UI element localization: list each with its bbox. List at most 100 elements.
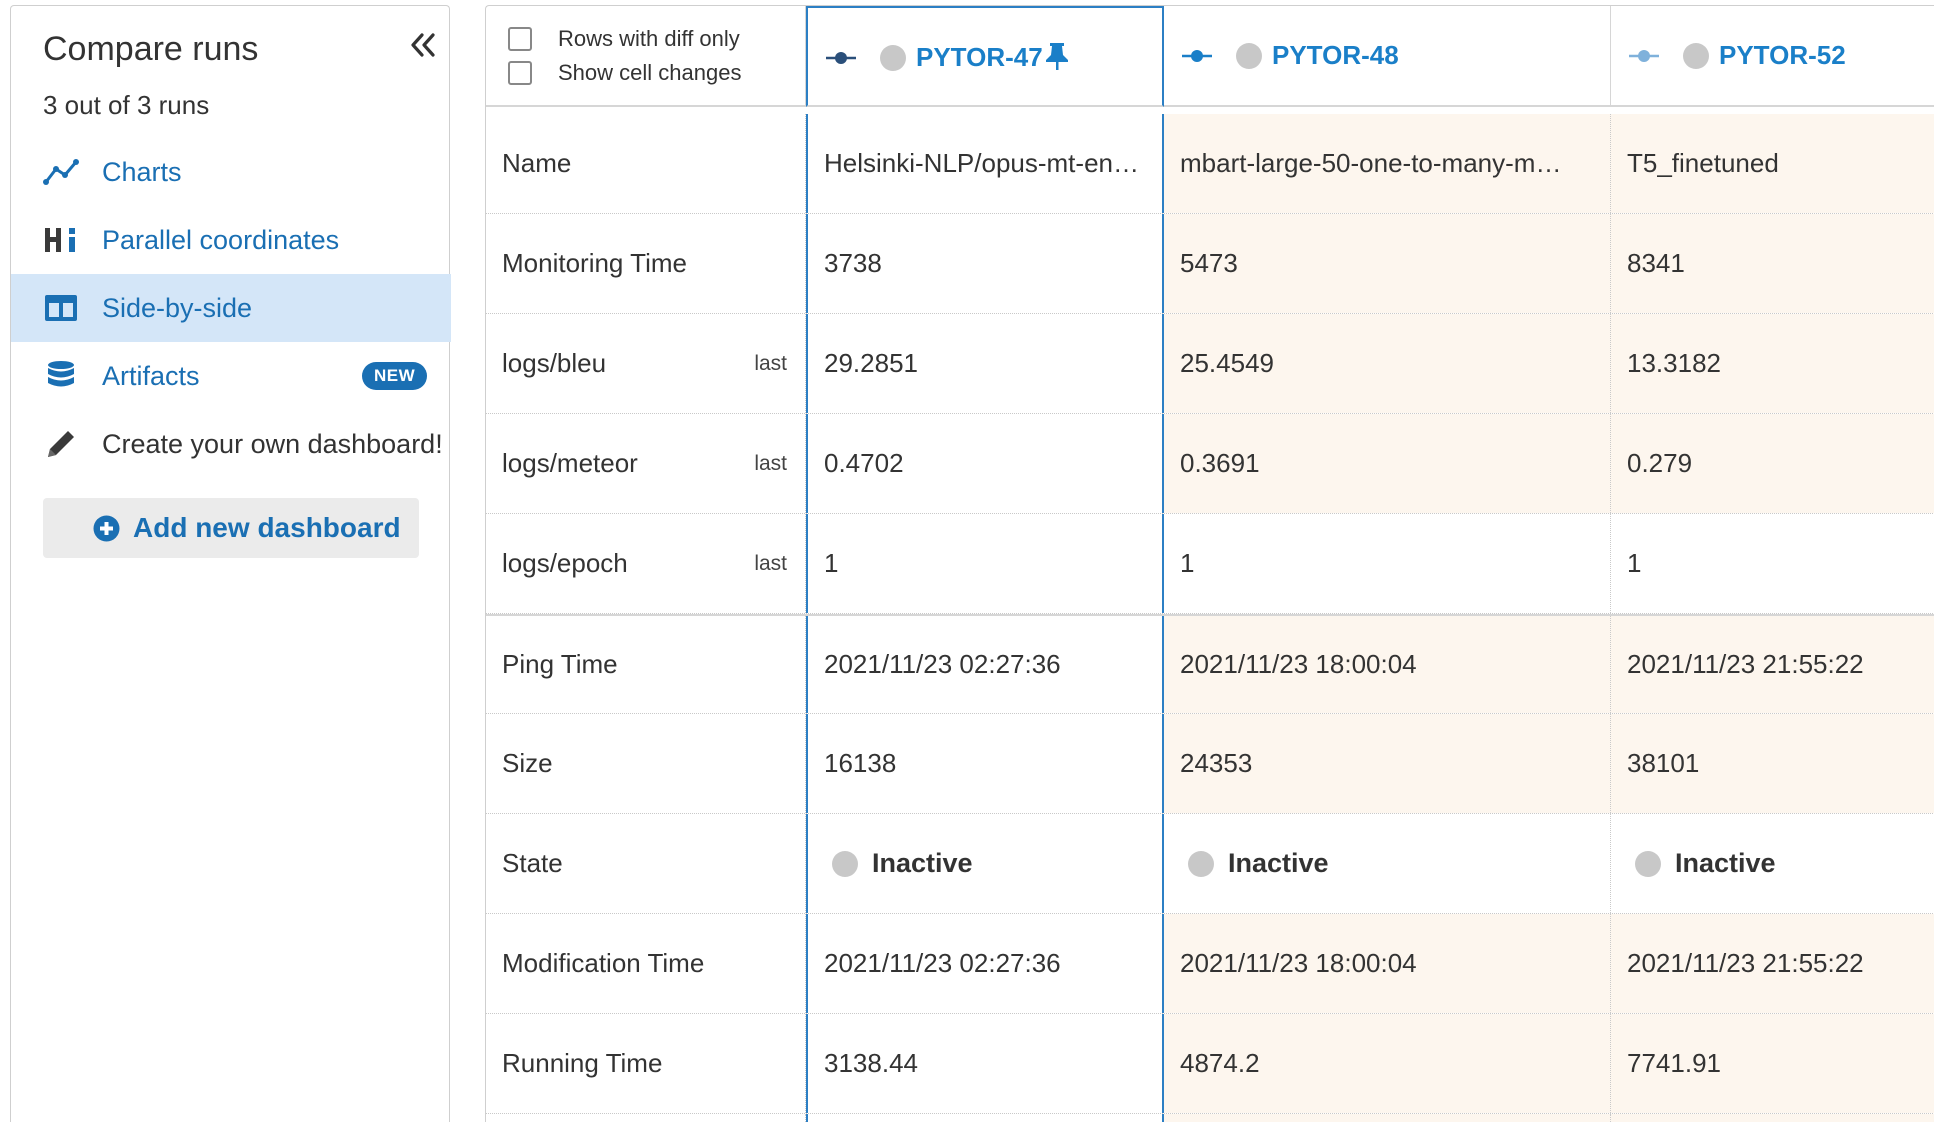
run-header-pytor-48[interactable]: PYTOR-48: [1164, 6, 1611, 107]
database-icon: [43, 358, 79, 394]
run-status-dot: [1236, 43, 1262, 69]
run-connector-icon: [826, 50, 856, 66]
table-cell: 2021/11/23 21:55:22: [1611, 914, 1934, 1013]
cell-value: 1: [1627, 548, 1642, 578]
table-cell: Inactive: [1611, 814, 1934, 913]
sidebar-item-artifacts[interactable]: Artifacts NEW: [11, 342, 451, 410]
table-row-state: State Inactive Inactive Inactive: [486, 814, 1934, 914]
table-row-monitoring-time: Monitoring Time 3738 5473 8341: [486, 214, 1934, 314]
row-label: Size: [486, 714, 806, 813]
side-by-side-table: Rows with diff only Show cell changes PY…: [485, 5, 1934, 1122]
table-row-logs-bleu: logs/bleu last 29.2851 25.4549 13.3182: [486, 314, 1934, 414]
row-label: logs/epoch: [502, 548, 628, 578]
cell-value: 2021/11/23 02:27:36: [824, 649, 1061, 679]
cell-value: 25.4549: [1180, 348, 1274, 378]
table-row-logs-meteor: logs/meteor last 0.4702 0.3691 0.279: [486, 414, 1934, 514]
double-chevron-left-icon[interactable]: [406, 28, 440, 62]
table-cell: 0.4702: [806, 414, 1164, 513]
run-header-pytor-47[interactable]: PYTOR-47: [806, 6, 1164, 107]
table-cell: 2021/11/23 18:00:04: [1164, 914, 1611, 1013]
cell-value: 0.279: [1627, 448, 1693, 478]
aggregation-label: last: [754, 351, 787, 375]
table-cell: 0.279: [1611, 414, 1934, 513]
table-cell: [486, 1114, 806, 1122]
cell-value: 0.3691: [1180, 448, 1260, 478]
line-chart-icon: [43, 154, 79, 190]
cell-value: 2021/11/23 18:00:04: [1180, 649, 1417, 679]
run-id-link[interactable]: PYTOR-48: [1272, 40, 1399, 71]
table-cell: 2021/11/23 02:27:36: [806, 616, 1164, 713]
row-label-cell: logs/epoch last: [486, 514, 806, 613]
row-label: logs/bleu: [502, 348, 607, 378]
cell-value: 3138.44: [824, 1048, 918, 1078]
row-label: Running Time: [486, 1014, 806, 1113]
cell-value: 1: [824, 548, 839, 578]
table-cell: 29.2851: [806, 314, 1164, 413]
rows-with-diff-only-checkbox[interactable]: Rows with diff only: [508, 26, 740, 52]
sidebar-item-create-dashboard[interactable]: Create your own dashboard!: [11, 410, 451, 478]
cell-value: 7741.91: [1627, 1048, 1721, 1078]
table-cell: 2021/11/23 21:55:22: [1611, 616, 1934, 713]
run-header-pytor-52[interactable]: PYTOR-52: [1611, 6, 1934, 107]
table-cell: 24353: [1164, 714, 1611, 813]
table-cell: 1: [1164, 514, 1611, 613]
run-status-dot: [1683, 43, 1709, 69]
status-dot: [1635, 850, 1661, 877]
cell-value: 13.3182: [1627, 348, 1721, 378]
table-cell: 13.3182: [1611, 314, 1934, 413]
row-label: Ping Time: [486, 616, 806, 713]
row-label: Name: [486, 114, 806, 213]
table-cell: 2021/11/23 18:00:04: [1164, 616, 1611, 713]
cell-value: 2021/11/23 21:55:22: [1627, 948, 1864, 978]
row-label: logs/meteor: [502, 448, 638, 478]
aggregation-label: last: [754, 451, 787, 475]
status-dot: [1188, 850, 1214, 877]
pin-icon[interactable]: [1044, 41, 1070, 71]
table-cell: [806, 1114, 1164, 1122]
table-cell: 4874.2: [1164, 1014, 1611, 1113]
sidebar-item-label: Parallel coordinates: [102, 224, 340, 255]
add-new-dashboard-button[interactable]: Add new dashboard: [43, 498, 419, 558]
table-cell: 8341: [1611, 214, 1934, 313]
checkbox-box[interactable]: [508, 61, 532, 85]
run-id-link[interactable]: PYTOR-47: [916, 42, 1043, 73]
run-count: 3 out of 3 runs: [43, 90, 210, 120]
sidebar-item-charts[interactable]: Charts: [11, 138, 451, 206]
columns-icon: [43, 290, 79, 326]
table-cell: T5_finetuned: [1611, 114, 1934, 213]
table-cell: [1164, 1114, 1611, 1122]
table-row-size: Size 16138 24353 38101: [486, 714, 1934, 814]
new-badge: NEW: [362, 362, 428, 390]
row-label: Modification Time: [486, 914, 806, 1013]
table-row-running-time: Running Time 3138.44 4874.2 7741.91: [486, 1014, 1934, 1114]
cell-value: mbart-large-50-one-to-many-m…: [1180, 148, 1562, 178]
row-label: State: [486, 814, 806, 913]
hiplot-icon: [43, 222, 79, 258]
run-status-dot: [880, 45, 906, 71]
cell-value: 29.2851: [824, 348, 918, 378]
cell-value: 3738: [824, 248, 882, 278]
table-cell: 5473: [1164, 214, 1611, 313]
table-cell: 0.3691: [1164, 414, 1611, 513]
compare-runs-sidebar: Compare runs 3 out of 3 runs Charts Para…: [10, 5, 451, 1122]
table-cell: Helsinki-NLP/opus-mt-en…: [806, 114, 1164, 213]
show-cell-changes-checkbox[interactable]: Show cell changes: [508, 60, 741, 86]
table-cell: 1: [1611, 514, 1934, 613]
table-cell: 16138: [806, 714, 1164, 813]
cell-value: T5_finetuned: [1627, 148, 1779, 178]
table-row-modification-time: Modification Time 2021/11/23 02:27:36 20…: [486, 914, 1934, 1014]
status-dot: [832, 850, 858, 877]
sidebar-title: Compare runs: [43, 30, 259, 68]
checkbox-box[interactable]: [508, 27, 532, 51]
cell-value: 2021/11/23 21:55:22: [1627, 649, 1864, 679]
cell-value: 8341: [1627, 248, 1685, 278]
run-id-link[interactable]: PYTOR-52: [1719, 40, 1846, 71]
sidebar-item-parallel-coordinates[interactable]: Parallel coordinates: [11, 206, 451, 274]
table-options-header: Rows with diff only Show cell changes: [486, 6, 806, 107]
sidebar-item-side-by-side[interactable]: Side-by-side: [11, 274, 451, 342]
plus-circle-icon: [93, 515, 120, 542]
run-connector-icon: [1182, 48, 1212, 64]
row-label: Monitoring Time: [486, 214, 806, 313]
table-cell: 3738: [806, 214, 1164, 313]
checkbox-label: Rows with diff only: [558, 26, 740, 51]
